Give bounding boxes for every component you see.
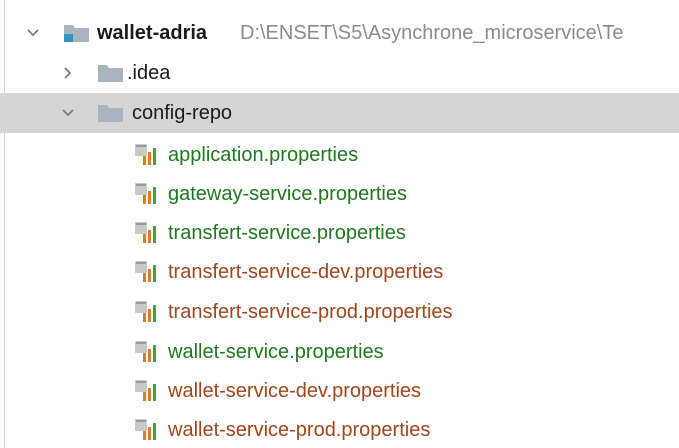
properties-file-icon [135, 301, 156, 322]
properties-file-icon [135, 419, 156, 440]
module-folder-icon [64, 25, 89, 42]
properties-file-icon [135, 222, 156, 243]
properties-file-icon [135, 144, 156, 165]
chevron-down-icon[interactable] [59, 104, 77, 122]
tree-row-file[interactable]: wallet-service.properties [0, 332, 679, 372]
properties-file-icon [135, 261, 156, 282]
tree-row-file[interactable]: wallet-service-prod.properties [0, 410, 679, 448]
file-label: wallet-service-prod.properties [168, 419, 431, 441]
project-name: wallet-adria [97, 22, 208, 44]
tree-row-file[interactable]: transfert-service-prod.properties [0, 292, 679, 332]
file-label: transfert-service.properties [168, 222, 406, 244]
folder-label: config-repo [132, 102, 233, 124]
project-path: D:\ENSET\S5\Asynchrone_microservice\Te [240, 22, 624, 44]
file-label: wallet-service.properties [168, 341, 384, 363]
folder-icon [98, 105, 123, 122]
file-label: transfert-service-dev.properties [168, 261, 444, 283]
tree-row-file[interactable]: transfert-service.properties [0, 213, 679, 253]
properties-file-icon [135, 183, 156, 204]
file-label: application.properties [168, 144, 359, 166]
tree-row-folder-idea[interactable]: .idea [0, 53, 679, 93]
tree-row-file[interactable]: wallet-service-dev.properties [0, 371, 679, 411]
tree-row-file[interactable]: transfert-service-dev.properties [0, 252, 679, 292]
file-label: wallet-service-dev.properties [168, 380, 422, 402]
folder-icon [98, 65, 123, 82]
file-label: gateway-service.properties [168, 183, 407, 205]
properties-file-icon [135, 341, 156, 362]
tree-row-project-root[interactable]: wallet-adria D:\ENSET\S5\Asynchrone_micr… [0, 13, 679, 53]
project-tree-panel: wallet-adria D:\ENSET\S5\Asynchrone_micr… [0, 0, 679, 448]
chevron-down-icon[interactable] [24, 24, 42, 42]
chevron-right-icon[interactable] [59, 64, 77, 82]
file-label: transfert-service-prod.properties [168, 301, 453, 323]
tree-row-file[interactable]: application.properties [0, 135, 679, 175]
tree-row-file[interactable]: gateway-service.properties [0, 174, 679, 214]
folder-label: .idea [127, 62, 171, 84]
tree-row-folder-config-repo[interactable]: config-repo [0, 93, 679, 133]
properties-file-icon [135, 380, 156, 401]
